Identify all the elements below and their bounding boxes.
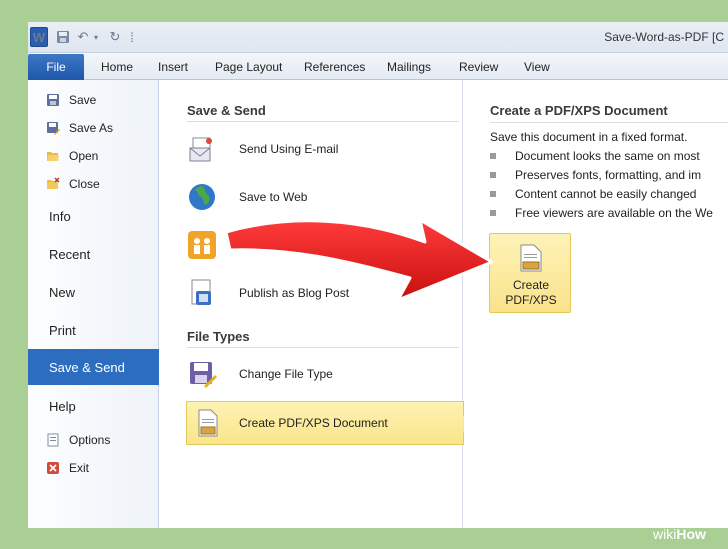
pdf-document-icon — [519, 244, 543, 272]
open-folder-icon — [46, 149, 60, 163]
bullet-text: Free viewers are available on the We — [515, 206, 713, 220]
create-pdf-button-line2: PDF/XPS — [505, 293, 557, 307]
nav-recent[interactable]: Recent — [49, 247, 90, 262]
nav-close[interactable]: Close — [46, 174, 100, 194]
tab-view[interactable]: View — [524, 60, 550, 74]
save-send-heading: Save & Send — [187, 103, 266, 118]
undo-icon[interactable]: ↶ — [76, 27, 90, 47]
window-title: Save-Word-as-PDF [C — [604, 30, 724, 44]
sharepoint-icon — [187, 230, 217, 260]
nav-new[interactable]: New — [49, 285, 75, 300]
customize-quick-access-icon[interactable]: ⁞ — [125, 27, 139, 47]
nav-save-and-send[interactable]: Save & Send — [28, 349, 167, 385]
bullet-text: Content cannot be easily changed — [515, 187, 697, 201]
nav-save-as-label: Save As — [69, 121, 114, 135]
nav-print[interactable]: Print — [49, 323, 76, 338]
create-pdf-description: Save this document in a fixed format. — [490, 130, 688, 144]
create-pdf-xps-label: Create PDF/XPS Document — [239, 416, 388, 430]
redo-icon[interactable]: ↻ — [108, 27, 122, 47]
bullet-icon — [490, 191, 496, 197]
bullet-text: Preserves fonts, formatting, and im — [515, 168, 702, 182]
nav-close-label: Close — [69, 177, 100, 191]
tab-mailings[interactable]: Mailings — [387, 60, 431, 74]
nav-exit-label: Exit — [69, 461, 90, 475]
save-to-sharepoint-option[interactable]: Save to SharePoint — [187, 223, 463, 267]
change-file-type-icon — [187, 359, 217, 389]
divider — [187, 121, 459, 122]
create-pdf-panel: Create a PDF/XPS Document Save this docu… — [464, 80, 728, 528]
publish-blog-label: Publish as Blog Post — [239, 286, 350, 300]
create-pdf-xps-option[interactable]: Create PDF/XPS Document — [186, 401, 471, 445]
nav-open-label: Open — [69, 149, 99, 163]
create-pdf-xps-button[interactable]: Create PDF/XPS — [489, 233, 571, 313]
email-icon — [187, 134, 217, 164]
nav-help[interactable]: Help — [49, 399, 76, 414]
divider — [187, 347, 459, 348]
bullet-item: Content cannot be easily changed — [490, 187, 696, 201]
bullet-item: Preserves fonts, formatting, and im — [490, 168, 701, 182]
save-icon[interactable] — [55, 27, 71, 47]
tab-file[interactable]: File — [28, 54, 84, 80]
file-types-heading: File Types — [187, 329, 250, 344]
globe-icon — [187, 182, 217, 212]
exit-icon — [46, 461, 60, 475]
bullet-icon — [490, 153, 496, 159]
close-folder-icon — [46, 177, 60, 191]
create-pdf-button-label: Create PDF/XPS — [490, 278, 572, 308]
nav-info[interactable]: Info — [49, 209, 71, 224]
tab-references[interactable]: References — [304, 60, 365, 74]
tab-review[interactable]: Review — [459, 60, 498, 74]
title-bar: W ↶ ▾ ↻ ⁞ Save-Word-as-PDF [C — [28, 22, 728, 53]
nav-save-as[interactable]: Save As — [46, 118, 113, 138]
create-pdf-button-line1: Create — [512, 278, 550, 292]
bullet-icon — [490, 172, 496, 178]
tab-page-layout[interactable]: Page Layout — [215, 60, 282, 74]
save-as-icon — [46, 121, 60, 135]
divider — [490, 122, 728, 123]
backstage-nav: Save Save As Open Close Info Recent New … — [28, 80, 167, 528]
pdf-document-icon — [192, 408, 222, 438]
ribbon-tabs: File Home Insert Page Layout References … — [28, 53, 728, 80]
bullet-item: Document looks the same on most — [490, 149, 700, 163]
nav-open[interactable]: Open — [46, 146, 98, 166]
watermark-wiki: wiki — [653, 526, 677, 542]
change-file-type-label: Change File Type — [239, 367, 333, 381]
blog-post-icon — [187, 278, 217, 308]
save-send-column: Save & Send Send Using E-mail Save to We… — [159, 80, 471, 528]
tab-home[interactable]: Home — [101, 60, 133, 74]
save-to-sharepoint-label: Save to SharePoint — [239, 238, 343, 252]
publish-blog-option[interactable]: Publish as Blog Post — [187, 271, 463, 315]
send-email-option[interactable]: Send Using E-mail — [187, 127, 463, 171]
save-to-web-label: Save to Web — [239, 190, 308, 204]
bullet-icon — [490, 210, 496, 216]
send-email-label: Send Using E-mail — [239, 142, 339, 156]
wikihow-watermark: wikiHow — [653, 526, 706, 542]
nav-options[interactable]: Options — [46, 430, 110, 450]
options-icon — [46, 433, 60, 447]
watermark-how: How — [676, 526, 706, 542]
nav-exit[interactable]: Exit — [46, 458, 89, 478]
bullet-text: Document looks the same on most — [515, 149, 700, 163]
bullet-item: Free viewers are available on the We — [490, 206, 713, 220]
change-file-type-option[interactable]: Change File Type — [187, 352, 463, 396]
save-to-web-option[interactable]: Save to Web — [187, 175, 463, 219]
nav-options-label: Options — [69, 433, 111, 447]
word-window: W ↶ ▾ ↻ ⁞ Save-Word-as-PDF [C File Home … — [28, 22, 728, 528]
word-logo-icon[interactable]: W — [30, 27, 48, 47]
nav-save[interactable]: Save — [46, 90, 96, 110]
create-pdf-panel-title: Create a PDF/XPS Document — [490, 103, 668, 118]
save-icon — [46, 93, 60, 107]
nav-save-label: Save — [69, 93, 97, 107]
tab-insert[interactable]: Insert — [158, 60, 188, 74]
undo-dropdown-icon[interactable]: ▾ — [91, 27, 101, 47]
